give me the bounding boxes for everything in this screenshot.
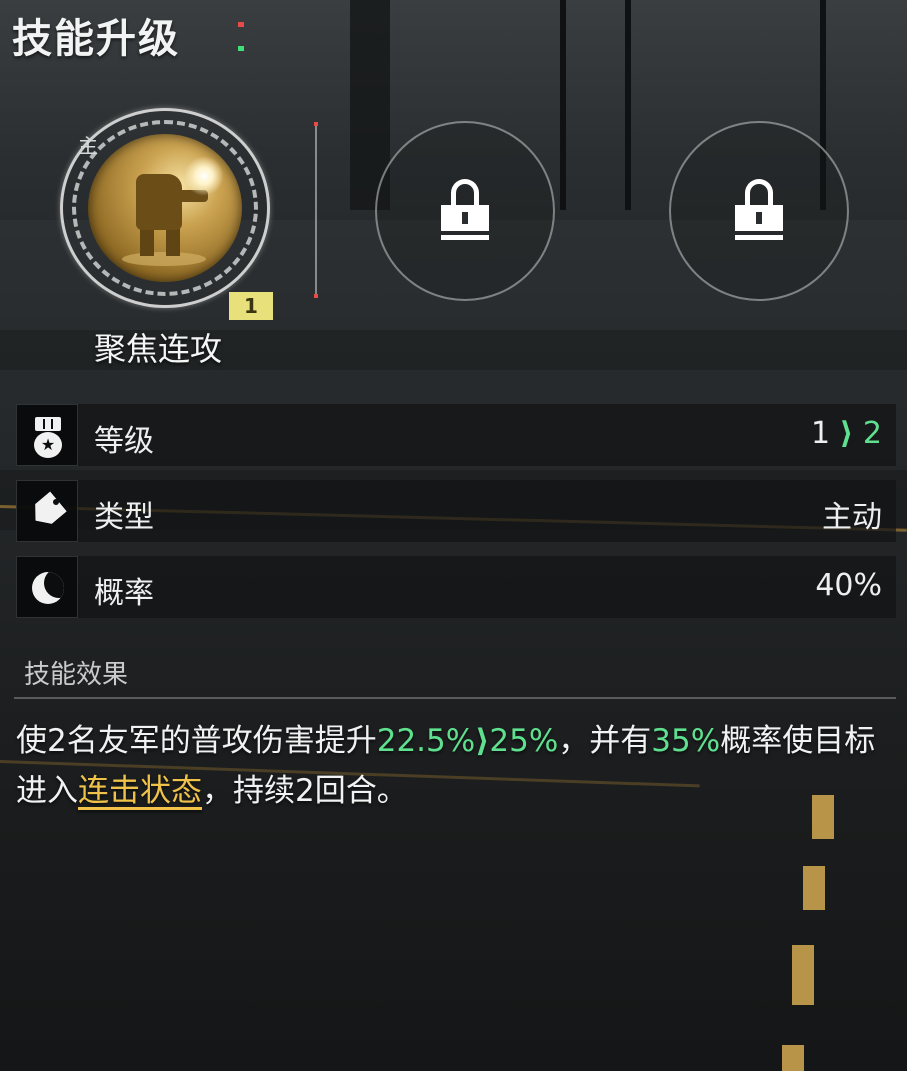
floor-dash (792, 945, 814, 1005)
effect-from-value: 22.5% (376, 723, 476, 759)
status-dot-red (238, 22, 244, 27)
upgrade-arrow-icon: ⟩ (839, 416, 854, 451)
tag-icon (16, 480, 78, 542)
status-dot-green (238, 46, 244, 51)
floor-dash (782, 1045, 804, 1071)
page-title: 技能升级 (12, 16, 180, 62)
stat-row-chance: 概率 40% (16, 556, 896, 618)
moon-icon (16, 556, 78, 618)
stat-label-chance: 概率 (94, 576, 154, 611)
skill-level-badge: 1 (229, 292, 273, 320)
skill-name: 聚焦连攻 (94, 330, 223, 368)
lock-icon (441, 179, 489, 243)
skill-slot-locked[interactable] (375, 121, 555, 301)
hangar-pillar (560, 0, 566, 210)
stat-row-level: ★ 等级 1 ⟩ 2 (16, 404, 896, 466)
effect-arrow-icon: ⟩ (475, 723, 490, 759)
lock-icon (735, 179, 783, 243)
medal-icon: ★ (16, 404, 78, 466)
stat-value-chance: 40% (815, 568, 882, 603)
combo-status-link[interactable]: 连击状态 (78, 773, 202, 809)
hangar-pillar (625, 0, 631, 210)
stat-value-type: 主动 (822, 500, 882, 535)
stat-row-type: 类型 主动 (16, 480, 896, 542)
mech-skill-icon (88, 134, 242, 282)
stat-value-level: 1 ⟩ 2 (811, 416, 882, 451)
section-divider (14, 697, 896, 699)
effect-to-value: 25% (489, 723, 559, 759)
level-to: 2 (862, 416, 882, 451)
level-from: 1 (811, 416, 831, 451)
effect-chance-value: 35% (651, 723, 721, 759)
effect-description: 使2名友军的普攻伤害提升22.5%⟩25%，并有35%概率使目标进入连击状态，持… (16, 723, 876, 809)
slot-divider (314, 122, 318, 298)
skill-slot-locked[interactable] (669, 121, 849, 301)
stat-label-level: 等级 (94, 424, 154, 459)
effect-section-title: 技能效果 (24, 660, 129, 690)
stat-label-type: 类型 (94, 500, 154, 535)
main-skill-tag: 主 (78, 134, 98, 158)
floor-dash (803, 866, 825, 910)
